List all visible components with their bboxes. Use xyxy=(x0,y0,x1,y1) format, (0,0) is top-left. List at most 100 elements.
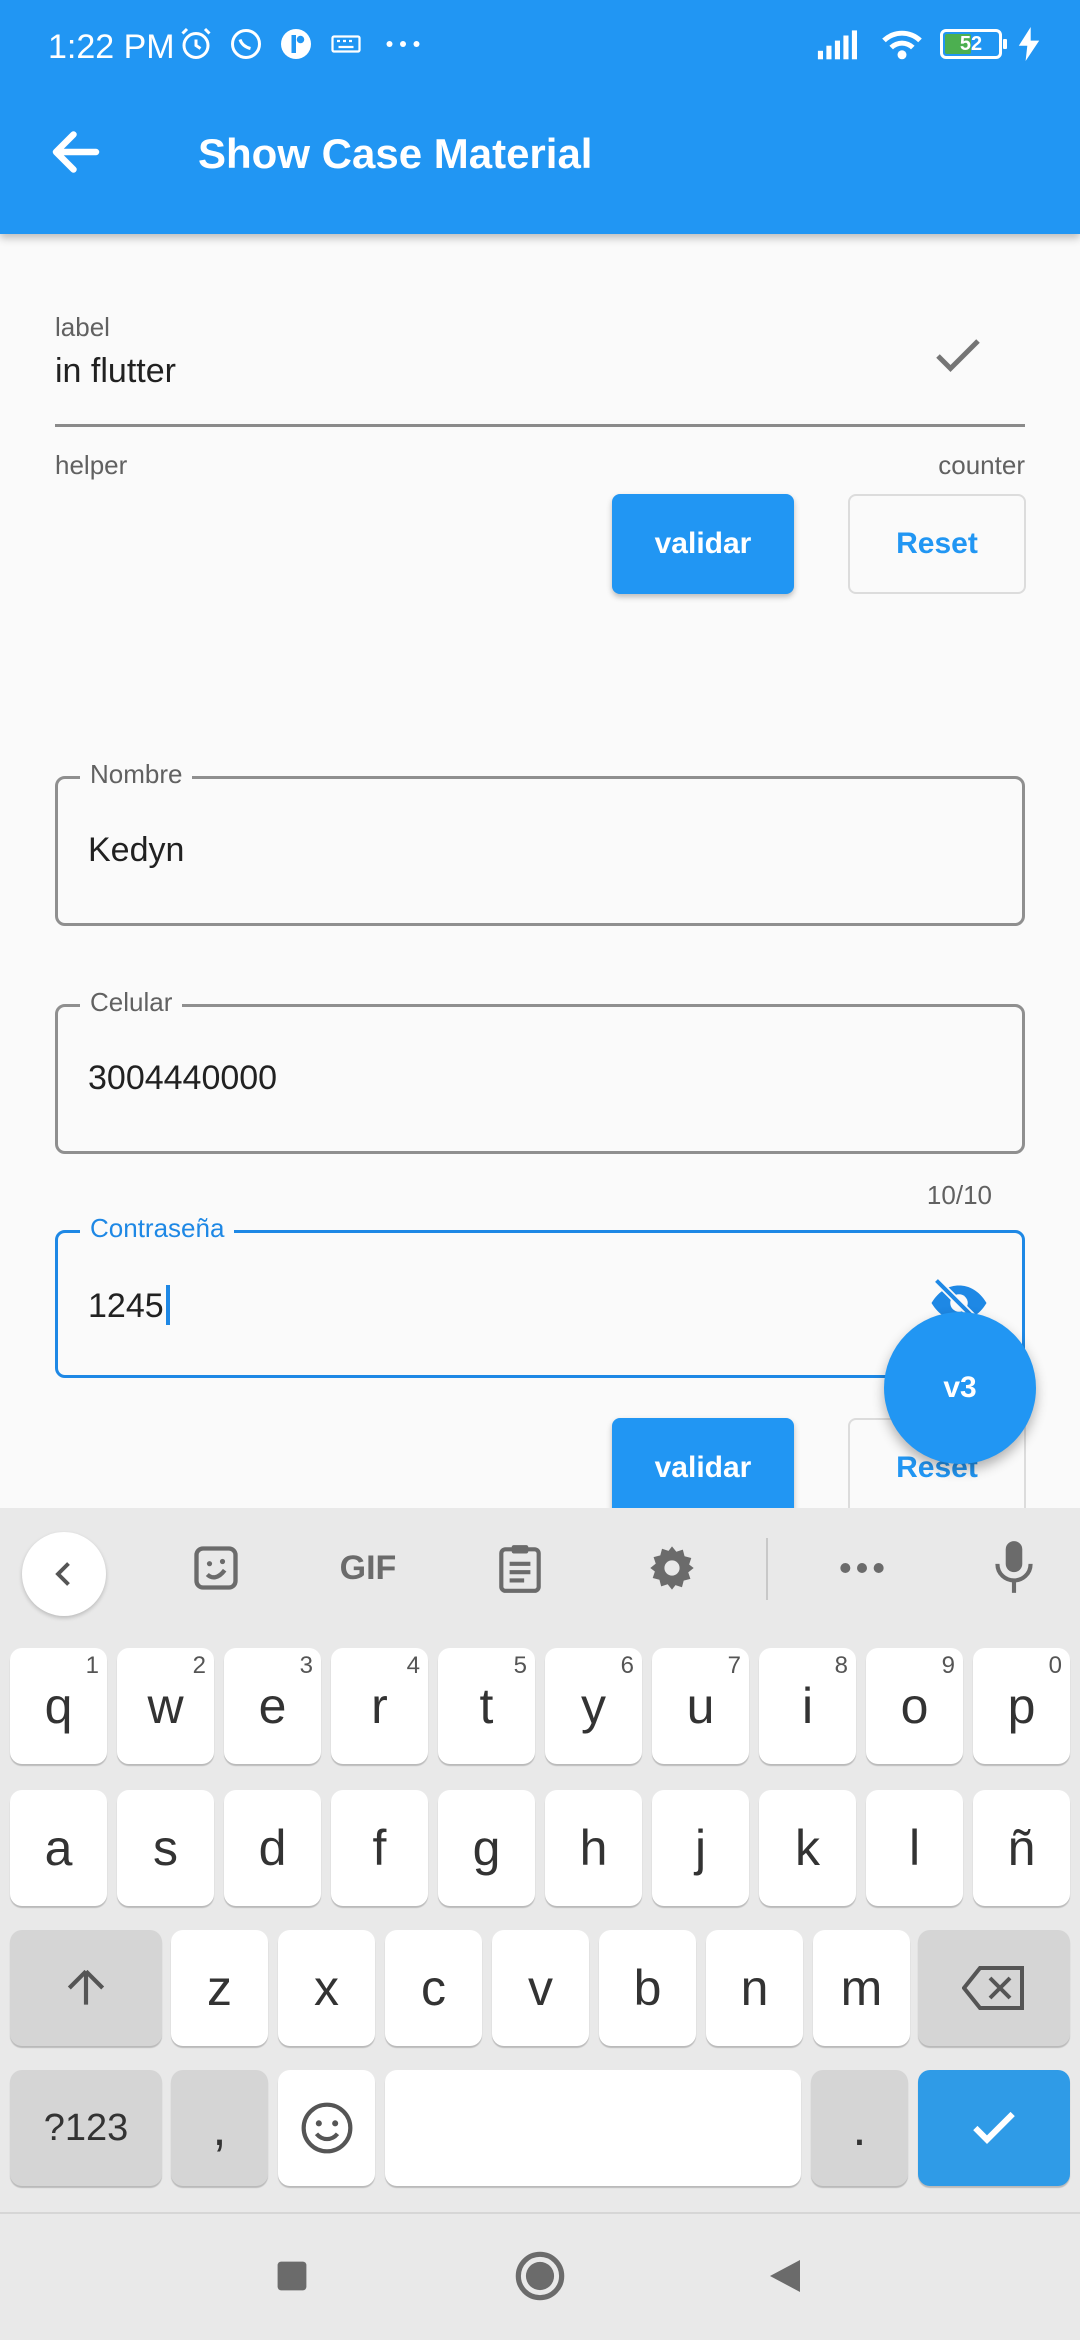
nombre-field[interactable]: Nombre Kedyn xyxy=(55,759,1025,926)
key-p[interactable]: p0 xyxy=(973,1648,1070,1764)
key-label: i xyxy=(801,1678,814,1734)
comma-key[interactable]: , xyxy=(171,2070,268,2186)
recents-icon[interactable] xyxy=(274,2258,310,2294)
key-hint: 9 xyxy=(941,1652,955,1679)
key-v[interactable]: v xyxy=(492,1930,589,2046)
key-label: q xyxy=(44,1678,73,1734)
emoji-icon xyxy=(301,2102,352,2154)
celular-field[interactable]: Celular 3004440000 xyxy=(55,987,1025,1154)
mic-icon[interactable] xyxy=(984,1538,1044,1598)
key-y[interactable]: y6 xyxy=(545,1648,642,1764)
key-u[interactable]: u7 xyxy=(652,1648,749,1764)
key-k[interactable]: k xyxy=(759,1790,856,1906)
key-c[interactable]: c xyxy=(385,1930,482,2046)
status-bar: 1:22 PM 52 xyxy=(0,0,1080,98)
whatsapp-icon xyxy=(231,29,261,59)
top-field-helper: helper xyxy=(55,450,128,480)
key-label: w xyxy=(147,1678,184,1734)
key-f[interactable]: f xyxy=(331,1790,428,1906)
navigation-bar xyxy=(0,2212,1080,2340)
key-hint: 7 xyxy=(727,1652,741,1679)
key-label: u xyxy=(686,1678,715,1734)
backspace-icon xyxy=(962,1966,1024,2010)
key-hint: 2 xyxy=(192,1652,206,1679)
key-b[interactable]: b xyxy=(599,1930,696,2046)
shift-key[interactable] xyxy=(10,1930,162,2046)
alarm-icon xyxy=(181,27,211,59)
key-m[interactable]: m xyxy=(813,1930,910,2046)
symbols-key[interactable]: ?123 xyxy=(10,2070,162,2186)
sticker-icon[interactable] xyxy=(186,1538,246,1598)
enter-key[interactable] xyxy=(918,2070,1070,2186)
key-label: p xyxy=(1007,1678,1036,1734)
celular-counter: 10/10 xyxy=(926,1180,992,1210)
signal-icon xyxy=(817,30,857,60)
wifi-icon xyxy=(882,30,922,60)
key-label: o xyxy=(900,1678,929,1734)
status-left-icons xyxy=(178,26,428,62)
key-g[interactable]: g xyxy=(438,1790,535,1906)
key-t[interactable]: t5 xyxy=(438,1648,535,1764)
gear-icon[interactable] xyxy=(642,1538,702,1598)
gif-button[interactable]: GIF xyxy=(336,1538,400,1598)
key-hint: 5 xyxy=(513,1652,527,1679)
validate-button-bottom[interactable]: validar xyxy=(612,1418,794,1518)
contrasena-field[interactable]: Contraseña 1245 xyxy=(55,1213,1025,1378)
key-h[interactable]: h xyxy=(545,1790,642,1906)
home-icon[interactable] xyxy=(514,2250,566,2302)
nombre-value: Kedyn xyxy=(88,831,185,869)
space-key[interactable] xyxy=(385,2070,801,2186)
celular-value: 3004440000 xyxy=(88,1059,278,1097)
key-label: r xyxy=(371,1678,388,1734)
toolbar-divider xyxy=(766,1538,768,1600)
nombre-label: Nombre xyxy=(80,759,193,790)
key-n-tilde[interactable]: ñ xyxy=(973,1790,1070,1906)
keyboard-icon xyxy=(331,35,361,53)
key-e[interactable]: e3 xyxy=(224,1648,321,1764)
battery-level: 52 xyxy=(959,32,983,55)
contrasena-value: 1245 xyxy=(88,1287,164,1325)
top-field-underline xyxy=(55,424,1025,427)
key-l[interactable]: l xyxy=(866,1790,963,1906)
key-s[interactable]: s xyxy=(117,1790,214,1906)
contrasena-label: Contraseña xyxy=(80,1213,235,1244)
top-field-input[interactable]: in flutter xyxy=(55,352,176,391)
reset-button-top[interactable]: Reset xyxy=(848,494,1026,594)
backspace-key[interactable] xyxy=(918,1930,1070,2046)
back-icon[interactable] xyxy=(764,2256,804,2296)
celular-label: Celular xyxy=(80,987,183,1018)
validate-button-top[interactable]: validar xyxy=(612,494,794,594)
text-cursor xyxy=(165,1285,170,1325)
status-right-icons: 52 xyxy=(816,26,1040,62)
key-hint: 4 xyxy=(406,1652,420,1679)
status-time: 1:22 PM xyxy=(48,28,175,66)
page-title: Show Case Material xyxy=(198,130,593,177)
more-icon[interactable] xyxy=(832,1538,892,1598)
key-a[interactable]: a xyxy=(10,1790,107,1906)
key-w[interactable]: w2 xyxy=(117,1648,214,1764)
key-o[interactable]: o9 xyxy=(866,1648,963,1764)
key-hint: 1 xyxy=(85,1652,99,1679)
key-q[interactable]: q1 xyxy=(10,1648,107,1764)
key-label: t xyxy=(479,1678,494,1734)
key-x[interactable]: x xyxy=(278,1930,375,2046)
key-hint: 6 xyxy=(620,1652,634,1679)
key-j[interactable]: j xyxy=(652,1790,749,1906)
key-i[interactable]: i8 xyxy=(759,1648,856,1764)
key-label: y xyxy=(581,1678,606,1734)
chevron-left-icon[interactable] xyxy=(22,1532,106,1616)
period-key[interactable]: . xyxy=(811,2070,908,2186)
more-icon xyxy=(386,41,420,47)
app-icon xyxy=(281,29,311,59)
arrow-left-icon[interactable] xyxy=(46,122,106,182)
key-r[interactable]: r4 xyxy=(331,1648,428,1764)
keyboard-toolbar: GIF xyxy=(0,1508,1080,1628)
key-z[interactable]: z xyxy=(171,1930,268,2046)
emoji-key[interactable] xyxy=(278,2070,375,2186)
fab-button[interactable]: v3 xyxy=(884,1312,1036,1464)
key-hint: 3 xyxy=(299,1652,313,1679)
key-n[interactable]: n xyxy=(706,1930,803,2046)
top-field-counter: counter xyxy=(938,450,1025,480)
key-d[interactable]: d xyxy=(224,1790,321,1906)
clipboard-icon[interactable] xyxy=(490,1538,550,1598)
